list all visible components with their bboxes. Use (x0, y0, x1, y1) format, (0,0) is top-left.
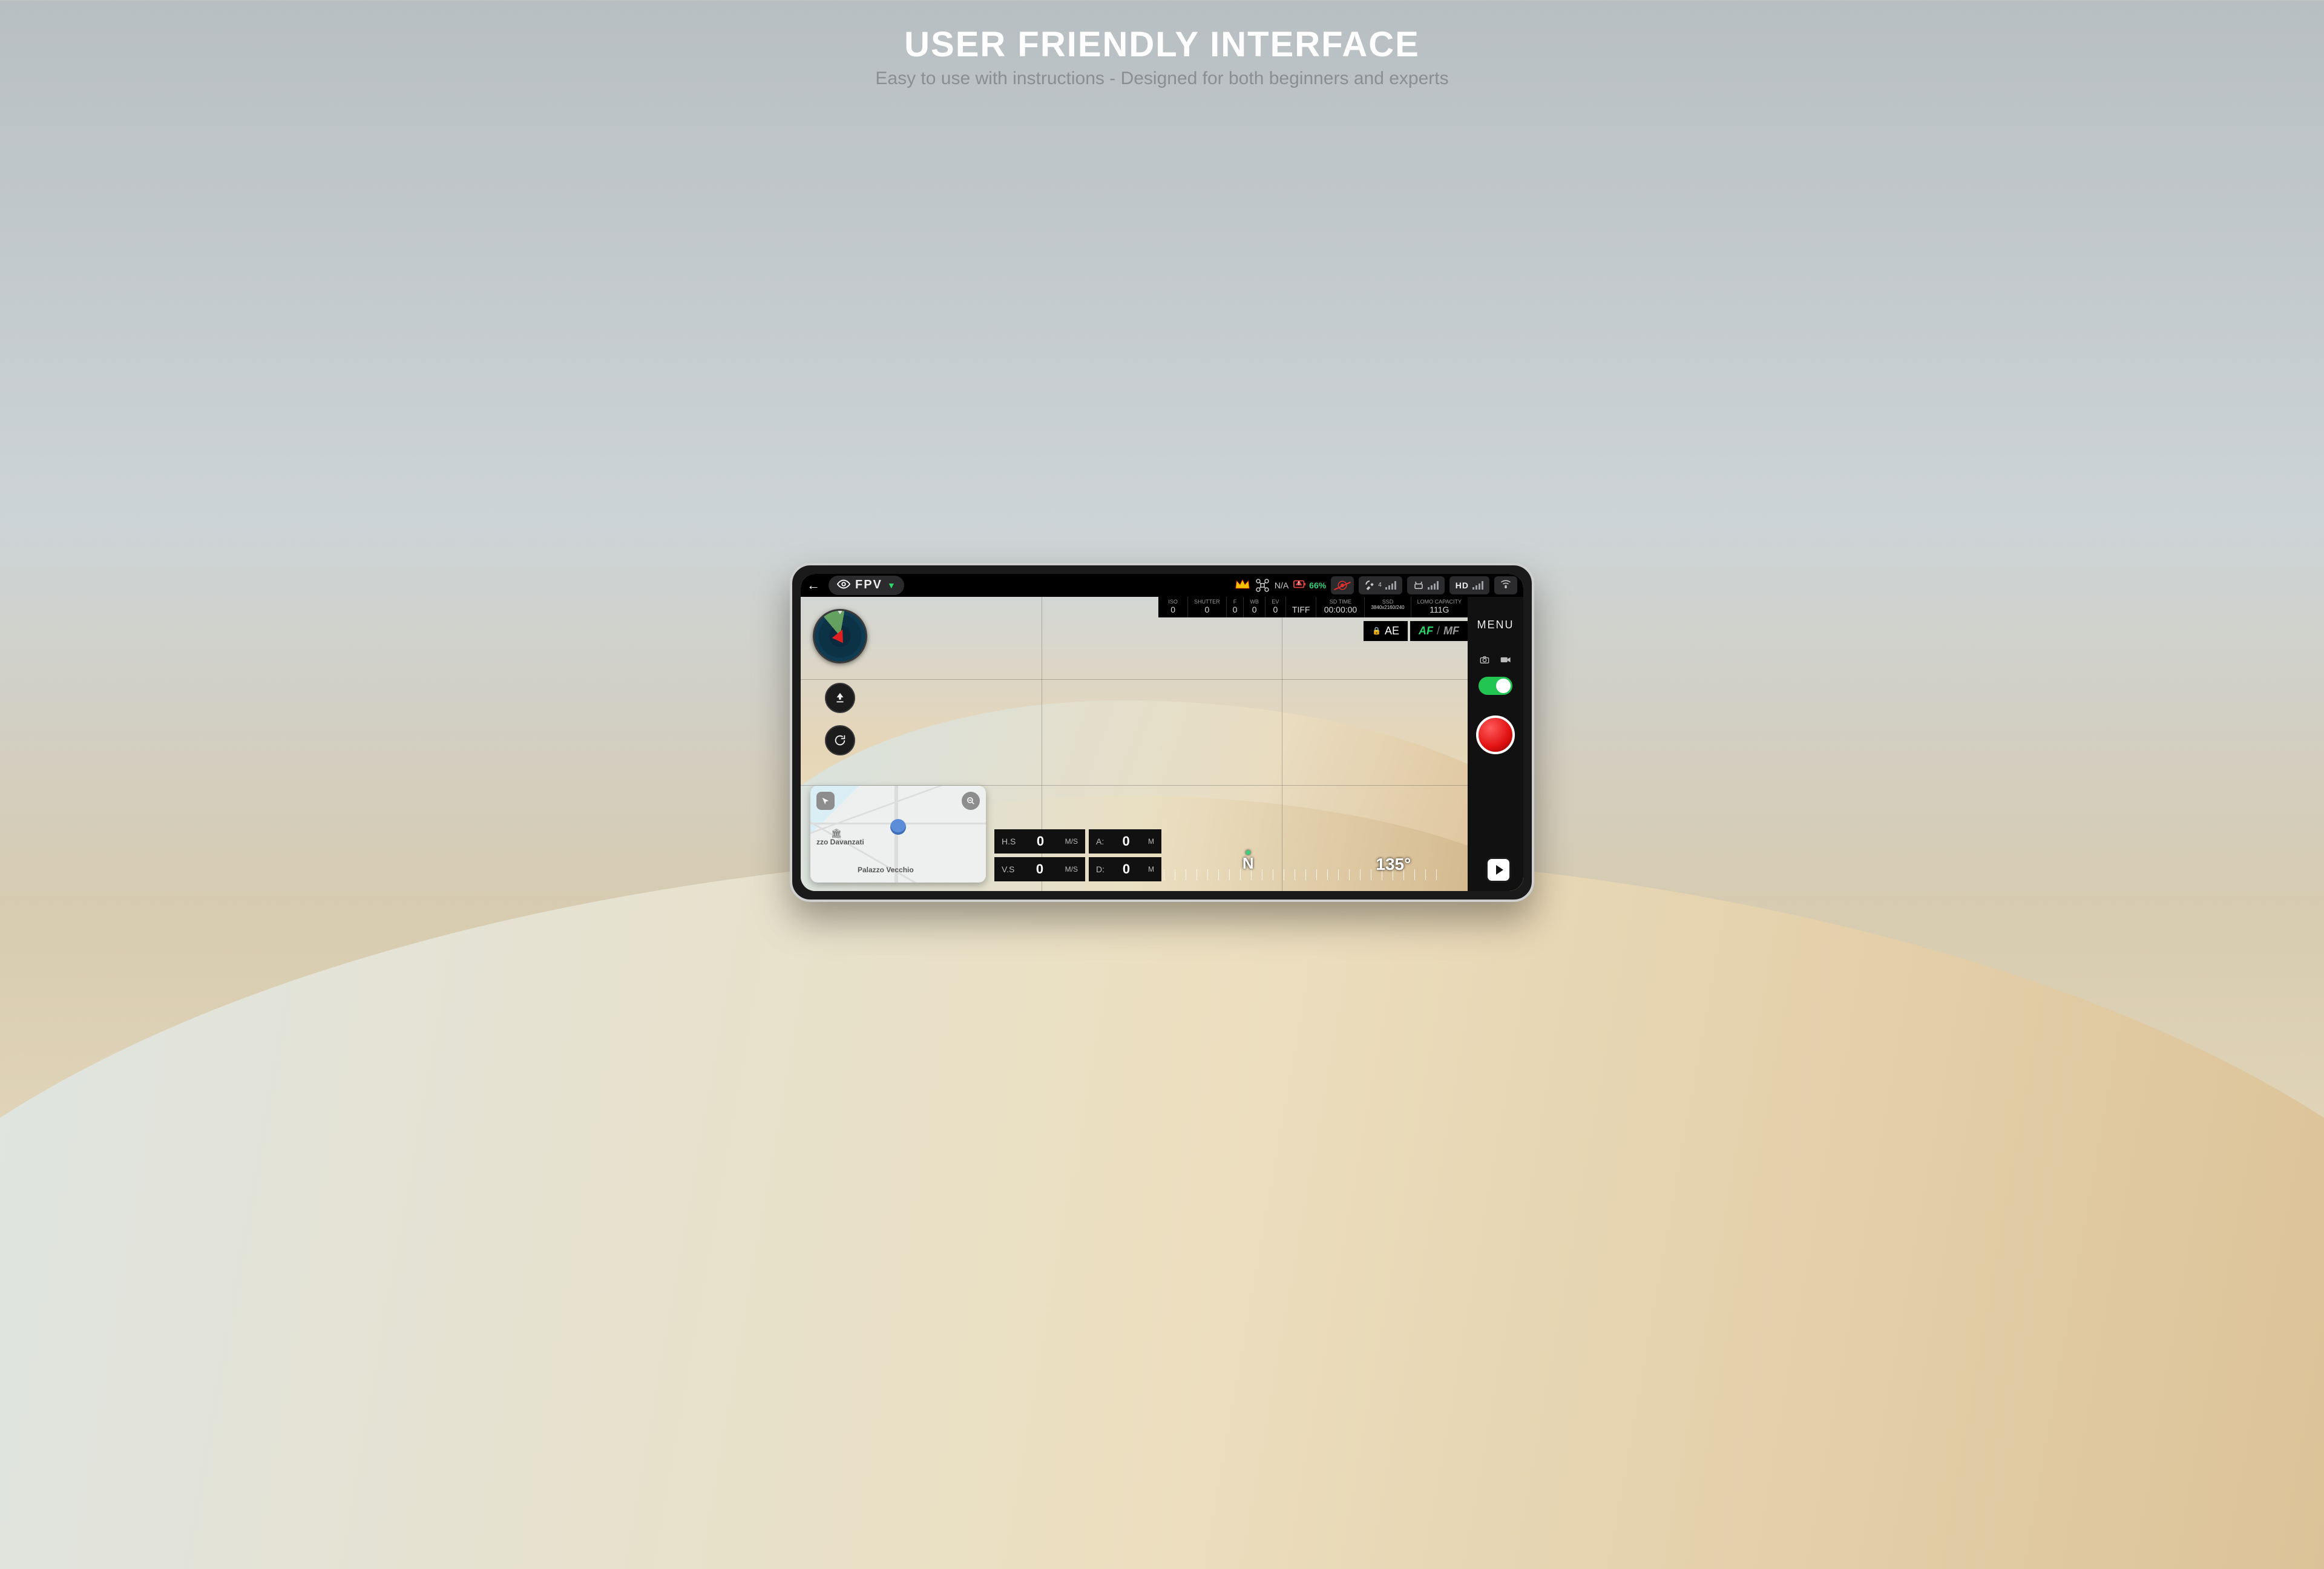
back-button[interactable]: ← (807, 577, 824, 593)
format-value: TIFF (1292, 605, 1310, 614)
vs-label: V.S (1002, 864, 1014, 874)
radar-north-tick (837, 610, 843, 614)
ssd-label: SSD (1371, 599, 1404, 605)
compass-ruler: N 135° (1164, 850, 1445, 880)
alt-unit: M (1148, 837, 1154, 846)
af-mf-separator: / (1437, 625, 1440, 637)
screen: ← FPV ▼ N/A (801, 574, 1523, 891)
aperture-label: F (1233, 599, 1238, 605)
wb-value: 0 (1250, 605, 1259, 614)
format-label (1292, 599, 1310, 605)
horizontal-speed: H.S 0 M/S (994, 829, 1085, 854)
video-signal[interactable]: HD (1449, 576, 1489, 594)
menu-button[interactable]: MENU (1477, 619, 1514, 631)
altitude: A: 0 M (1089, 829, 1161, 854)
map-zoom-out-button[interactable] (962, 792, 980, 810)
hs-unit: M/S (1065, 837, 1078, 846)
drone-status-text: N/A (1275, 581, 1288, 590)
shutter-value: 0 (1194, 605, 1220, 614)
signal-bars-icon (1385, 581, 1396, 590)
flight-mode-selector[interactable]: FPV ▼ (829, 576, 904, 595)
iso-label: ISO (1164, 599, 1181, 605)
photo-video-toggle[interactable] (1479, 677, 1512, 695)
return-home-button[interactable] (825, 725, 855, 755)
attitude-indicator[interactable] (813, 609, 867, 663)
photo-video-icons (1480, 656, 1511, 666)
ae-lock-button[interactable]: 🔒 AE (1364, 621, 1408, 641)
hd-label: HD (1456, 581, 1469, 590)
minimap[interactable]: 🏛 zzo Davanzati Palazzo Vecchio (810, 786, 986, 883)
rc-icon (1413, 581, 1424, 590)
map-recenter-button[interactable] (816, 792, 835, 810)
device-frame: ← FPV ▼ N/A (790, 563, 1534, 902)
hs-value: 0 (1037, 834, 1044, 849)
satellite-icon (1365, 581, 1374, 590)
mf-label: MF (1443, 625, 1459, 637)
battery-status[interactable]: 66% (1293, 578, 1326, 592)
drone-connection-status[interactable]: N/A (1255, 578, 1288, 593)
lock-icon: 🔒 (1372, 627, 1381, 635)
rc-signal[interactable] (1407, 576, 1445, 594)
distance: D: 0 M (1089, 857, 1161, 881)
wifi-icon (1500, 579, 1511, 591)
video-icon (1500, 656, 1511, 666)
drone-location-marker (890, 819, 906, 835)
dist-label: D: (1096, 864, 1105, 874)
takeoff-button[interactable] (825, 683, 855, 713)
camera-sidebar: MENU (1468, 597, 1523, 891)
obstacle-avoidance-status[interactable] (1331, 576, 1354, 594)
capacity-label: LOMO CAPACITY (1417, 599, 1462, 605)
vs-unit: M/S (1065, 865, 1078, 873)
hero-subtitle: Easy to use with instructions - Designed… (0, 68, 2324, 89)
museum-icon: 🏛 (831, 828, 842, 838)
radar-heading-arrow (832, 627, 849, 643)
hero-title: USER FRIENDLY INTERFACE (0, 24, 2324, 65)
top-status-bar: ← FPV ▼ N/A (801, 574, 1523, 597)
ae-label: AE (1385, 625, 1399, 637)
radar-disabled-icon (1337, 580, 1348, 591)
alt-value: 0 (1122, 834, 1129, 849)
hs-label: H.S (1002, 837, 1016, 846)
sd-time-value: 00:00:00 (1322, 605, 1358, 614)
exposure-focus-controls: 🔒 AE AF / MF (1364, 621, 1468, 641)
crown-icon[interactable] (1235, 577, 1250, 594)
photo-icon (1480, 656, 1489, 666)
alt-label: A: (1096, 837, 1104, 846)
chevron-down-icon: ▼ (887, 581, 896, 590)
flight-mode-label: FPV (855, 578, 882, 592)
compass-heading: 135° (1376, 855, 1411, 874)
hero: USER FRIENDLY INTERFACE Easy to use with… (0, 24, 2324, 89)
vs-value: 0 (1036, 861, 1043, 877)
capacity-value: 111G (1417, 605, 1462, 614)
af-mf-toggle[interactable]: AF / MF (1410, 621, 1468, 641)
battery-warning-icon (1293, 578, 1307, 592)
dist-unit: M (1148, 865, 1154, 873)
ev-label: EV (1272, 599, 1279, 605)
sd-time-label: SD TIME (1322, 599, 1358, 605)
wifi-status[interactable] (1494, 576, 1517, 594)
iso-value: 0 (1164, 605, 1181, 614)
record-button[interactable] (1476, 715, 1515, 754)
vertical-speed: V.S 0 M/S (994, 857, 1085, 881)
map-label-2: Palazzo Vecchio (858, 866, 914, 874)
battery-percent: 66% (1309, 581, 1326, 590)
shutter-label: SHUTTER (1194, 599, 1220, 605)
ssd-value: 3840x2160/240 (1371, 605, 1404, 610)
playback-button[interactable] (1486, 857, 1511, 883)
drone-icon (1255, 578, 1270, 593)
background-dune (0, 850, 2324, 1569)
wb-label: WB (1250, 599, 1259, 605)
ev-value: 0 (1272, 605, 1279, 614)
telemetry-panel: H.S 0 M/S A: 0 M V.S 0 M/S D: 0 M (994, 829, 1161, 881)
map-label-1: zzo Davanzati (816, 838, 864, 846)
aperture-value: 0 (1233, 605, 1238, 614)
af-label: AF (1419, 625, 1433, 637)
compass-north: N (1242, 854, 1254, 873)
gps-signal[interactable]: 4 (1359, 576, 1402, 594)
camera-parameters[interactable]: ISO0 SHUTTER0 F0 WB0 EV0 TIFF SD TIME00:… (1158, 597, 1468, 617)
signal-bars-icon (1428, 581, 1439, 590)
signal-bars-icon (1472, 581, 1483, 590)
dist-value: 0 (1123, 861, 1130, 877)
eye-icon (837, 577, 850, 593)
